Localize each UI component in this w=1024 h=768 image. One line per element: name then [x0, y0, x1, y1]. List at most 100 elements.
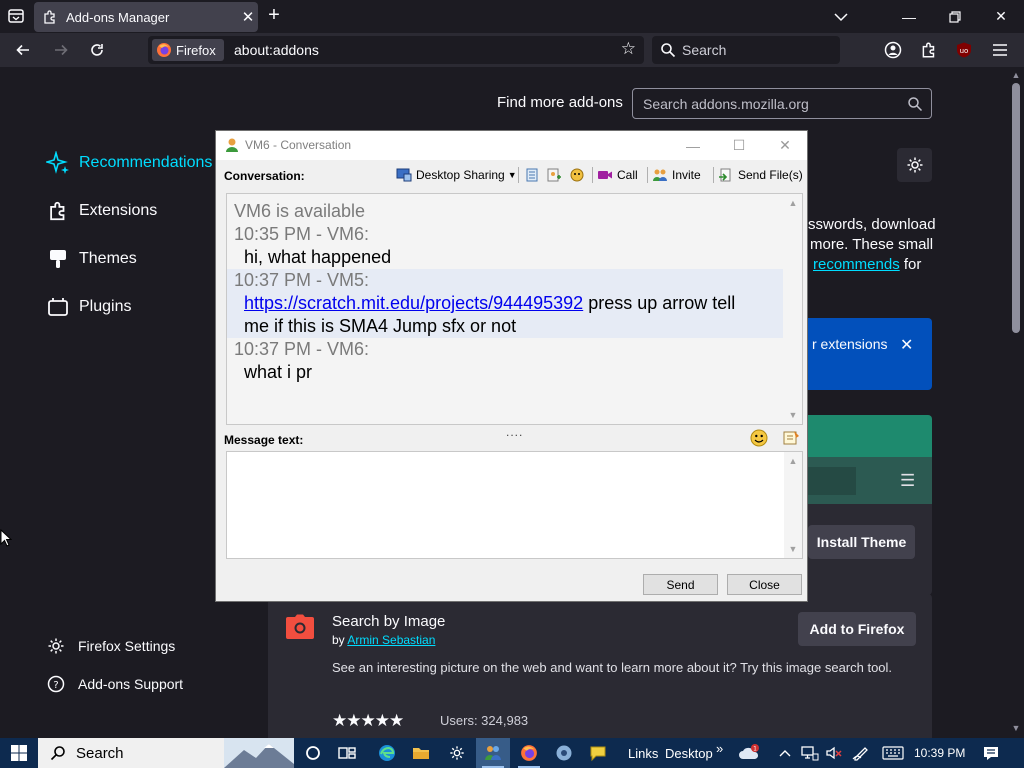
new-tab-button[interactable]: +: [264, 5, 284, 26]
system-tool-button[interactable]: [547, 738, 581, 768]
addons-support-link[interactable]: ? Add-ons Support: [46, 674, 183, 694]
extensions-puzzle-icon[interactable]: [918, 39, 940, 61]
hamburger-menu-icon[interactable]: [989, 39, 1011, 61]
scroll-up-icon[interactable]: ▲: [1010, 70, 1022, 82]
search-placeholder: Search: [682, 42, 727, 58]
message-text: hi, what happened: [244, 247, 392, 267]
search-icon: [908, 97, 923, 112]
svg-text:uo: uo: [960, 47, 969, 55]
puzzle-icon: [46, 199, 70, 223]
clock[interactable]: 10:39 PM: [914, 746, 965, 760]
identity-box[interactable]: Firefox: [152, 39, 224, 61]
addon-name[interactable]: Search by Image: [332, 613, 445, 630]
input-scrollbar[interactable]: ▲ ▼: [784, 452, 802, 558]
scroll-up-icon[interactable]: ▲: [788, 198, 798, 208]
search-icon: [50, 746, 65, 761]
pen-workspace-icon[interactable]: [850, 738, 872, 768]
category-extensions[interactable]: Extensions: [46, 199, 157, 223]
show-hidden-icons-chevron-icon[interactable]: [776, 738, 794, 768]
author-link[interactable]: Armin Sebastian: [347, 633, 435, 647]
weather-icon[interactable]: 1: [734, 738, 764, 768]
toolbar-separator: [713, 167, 714, 183]
message-text-input[interactable]: ▲ ▼: [226, 451, 803, 559]
scroll-up-icon[interactable]: ▲: [788, 456, 798, 466]
page-scrollbar[interactable]: ▲ ▼: [1008, 67, 1024, 738]
close-tab-icon[interactable]: ✕: [238, 7, 258, 27]
reload-icon: [91, 44, 103, 56]
hamburger-menu-icon: ☰: [900, 471, 916, 490]
send-button[interactable]: Send: [643, 574, 718, 595]
ublock-origin-icon[interactable]: uo: [953, 39, 975, 61]
chevron-down-icon[interactable]: [818, 0, 864, 33]
recommends-link[interactable]: recommends: [813, 256, 900, 273]
scratch-project-link[interactable]: https://scratch.mit.edu/projects/9444953…: [244, 293, 583, 313]
scroll-down-icon[interactable]: ▼: [788, 410, 798, 420]
messenger-app-button[interactable]: [476, 738, 510, 768]
task-view-button[interactable]: [330, 738, 364, 768]
tab-list-icon: [8, 9, 24, 23]
volume-muted-icon[interactable]: [824, 738, 844, 768]
add-to-firefox-button[interactable]: Add to Firefox: [798, 612, 916, 646]
windows-taskbar: Search Links Desktop » 1 10:39 PM: [0, 738, 1024, 768]
close-window-button[interactable]: ✕: [762, 131, 808, 160]
conversation-titlebar[interactable]: VM6 - Conversation — ☐ ✕: [216, 131, 807, 160]
touch-keyboard-icon[interactable]: [878, 738, 908, 768]
insert-note-icon[interactable]: [782, 430, 800, 446]
url-bar[interactable]: Firefox about:addons ☆: [148, 36, 644, 64]
tools-gear-button[interactable]: [897, 148, 932, 182]
chat-app-button[interactable]: [581, 738, 615, 768]
send-files-button[interactable]: Send File(s): [718, 166, 803, 184]
file-explorer-button[interactable]: [404, 738, 438, 768]
notes-button[interactable]: [524, 166, 544, 184]
back-button[interactable]: [10, 38, 36, 62]
close-icon[interactable]: ✕: [900, 335, 913, 355]
edge-button[interactable]: [370, 738, 404, 768]
close-window-button[interactable]: ✕: [978, 0, 1024, 33]
scroll-down-icon[interactable]: ▼: [788, 544, 798, 554]
message-text-part: press up arrow tell: [583, 293, 736, 313]
amo-search-input[interactable]: Search addons.mozilla.org: [632, 88, 932, 119]
links-toolbar[interactable]: Links: [628, 746, 658, 761]
maximize-button[interactable]: ☐: [716, 131, 762, 160]
firefox-taskbar-button[interactable]: [512, 738, 546, 768]
minimize-button[interactable]: —: [670, 131, 716, 160]
emoticon-pack-button[interactable]: [569, 166, 589, 184]
scroll-down-icon[interactable]: ▼: [1010, 723, 1022, 735]
start-button[interactable]: [0, 738, 38, 768]
history-scrollbar[interactable]: ▲ ▼: [784, 194, 802, 424]
action-center-icon[interactable]: [978, 738, 1004, 768]
minimize-button[interactable]: —: [886, 0, 932, 33]
add-contact-button[interactable]: [546, 166, 566, 184]
conversation-history[interactable]: VM6 is available 10:35 PM - VM6: hi, wha…: [226, 193, 803, 425]
taskbar-search-box[interactable]: Search: [38, 738, 294, 768]
scrollbar-thumb[interactable]: [1012, 83, 1020, 333]
invite-button[interactable]: Invite: [652, 166, 701, 184]
desktop-toolbar[interactable]: Desktop: [665, 746, 713, 761]
list-all-tabs-button[interactable]: [6, 6, 26, 26]
intro-text: sswords, download more. These small reco…: [808, 215, 1008, 275]
splitter-grip[interactable]: ....: [506, 425, 523, 439]
emoticon-pack-icon: [570, 168, 584, 182]
camera-icon: [286, 614, 314, 639]
install-theme-button[interactable]: Install Theme: [808, 525, 915, 559]
category-recommendations[interactable]: Recommendations: [46, 151, 212, 175]
restore-button[interactable]: [932, 0, 978, 33]
category-plugins[interactable]: Plugins: [46, 295, 131, 319]
tab-addons-manager[interactable]: Add-ons Manager ✕: [34, 2, 258, 32]
toolbar-overflow-chevron[interactable]: »: [716, 741, 723, 756]
category-themes[interactable]: Themes: [46, 247, 137, 271]
bookmark-star-icon[interactable]: ☆: [621, 39, 636, 59]
desktop-sharing-button[interactable]: Desktop Sharing ▼: [396, 166, 517, 184]
reload-button[interactable]: [84, 38, 110, 62]
cortana-button[interactable]: [296, 738, 330, 768]
firefox-settings-link[interactable]: Firefox Settings: [46, 636, 175, 656]
smiley-icon[interactable]: [750, 429, 768, 447]
call-button[interactable]: Call: [597, 166, 638, 184]
account-icon[interactable]: [882, 39, 904, 61]
close-button[interactable]: Close: [727, 574, 802, 595]
network-icon[interactable]: [800, 738, 820, 768]
forward-button[interactable]: [48, 38, 74, 62]
settings-app-button[interactable]: [440, 738, 474, 768]
search-bar[interactable]: Search: [652, 36, 840, 64]
dropdown-arrow-icon: ▼: [507, 170, 517, 180]
